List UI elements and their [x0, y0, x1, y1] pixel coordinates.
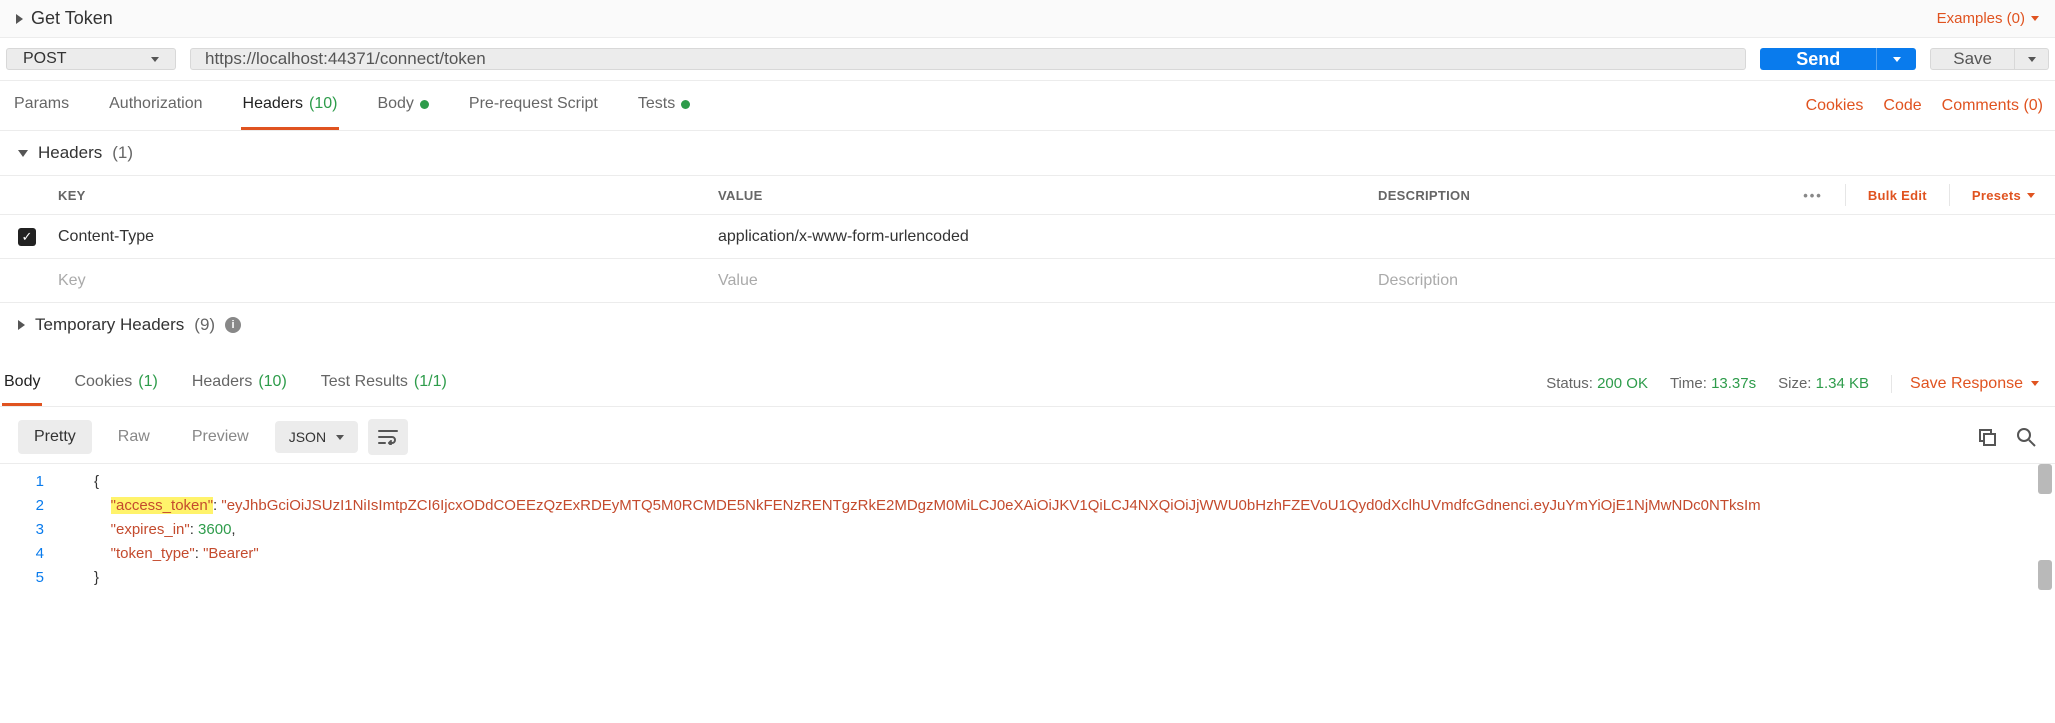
- tab-tests[interactable]: Tests: [636, 81, 692, 130]
- code-content[interactable]: { "access_token": "eyJhbGciOiJSUzI1NiIsI…: [0, 464, 2055, 596]
- body-type-select[interactable]: JSON: [275, 421, 358, 453]
- wrap-icon: [378, 429, 398, 445]
- table-row: ✓ Content-Type application/x-www-form-ur…: [0, 214, 2055, 258]
- dot-indicator-icon: [420, 100, 429, 109]
- expand-icon: [18, 320, 25, 330]
- request-title-bar: Get Token Examples (0): [0, 0, 2055, 38]
- wrap-lines-button[interactable]: [368, 419, 408, 455]
- tab-params[interactable]: Params: [12, 81, 71, 130]
- save-button[interactable]: Save: [1930, 48, 2015, 70]
- temp-headers-count: (9): [194, 315, 215, 335]
- status-block: Status: 200 OK: [1546, 375, 1648, 392]
- tab-authorization[interactable]: Authorization: [107, 81, 204, 130]
- col-value: VALUE: [714, 178, 1374, 213]
- temp-headers-section-header[interactable]: Temporary Headers (9) i: [0, 303, 2055, 347]
- header-value-input[interactable]: Value: [714, 262, 1374, 300]
- size-block: Size: 1.34 KB: [1778, 375, 1869, 392]
- presets-dropdown[interactable]: Presets: [1972, 188, 2035, 203]
- headers-table: KEY VALUE DESCRIPTION ••• Bulk Edit Pres…: [0, 175, 2055, 303]
- header-desc-cell[interactable]: [1374, 227, 2055, 247]
- collapse-icon: [18, 150, 28, 157]
- save-response-dropdown[interactable]: Save Response: [1891, 375, 2039, 393]
- examples-label: Examples (0): [1937, 10, 2025, 27]
- tab-body[interactable]: Body: [375, 81, 430, 130]
- info-icon[interactable]: i: [225, 317, 241, 333]
- tab-headers[interactable]: Headers (10): [241, 81, 340, 130]
- url-input[interactable]: [190, 48, 1746, 70]
- resp-tab-body[interactable]: Body: [2, 361, 42, 406]
- chevron-down-icon: [151, 57, 159, 62]
- send-dropdown[interactable]: [1876, 48, 1916, 70]
- chevron-down-icon: [2031, 381, 2039, 386]
- format-pretty[interactable]: Pretty: [18, 420, 92, 454]
- link-cookies[interactable]: Cookies: [1806, 97, 1864, 115]
- save-dropdown[interactable]: [2015, 48, 2049, 70]
- col-description: DESCRIPTION: [1374, 178, 1803, 213]
- response-body-code[interactable]: 12345 { "access_token": "eyJhbGciOiJSUzI…: [0, 463, 2055, 596]
- examples-dropdown[interactable]: Examples (0): [1937, 10, 2039, 27]
- headers-section-count: (1): [112, 143, 133, 163]
- time-block: Time: 13.37s: [1670, 375, 1756, 392]
- expand-icon[interactable]: [16, 14, 23, 24]
- chevron-down-icon: [2027, 193, 2035, 198]
- col-key: KEY: [54, 178, 714, 213]
- tab-prerequest[interactable]: Pre-request Script: [467, 81, 600, 130]
- response-body-toolbar: Pretty Raw Preview JSON: [0, 407, 2055, 463]
- row-checkbox[interactable]: ✓: [18, 228, 36, 246]
- headers-section-header[interactable]: Headers (1): [0, 131, 2055, 175]
- request-name[interactable]: Get Token: [31, 8, 113, 29]
- header-key-input[interactable]: Key: [54, 262, 714, 300]
- format-raw[interactable]: Raw: [102, 420, 166, 454]
- send-button[interactable]: Send: [1760, 48, 1876, 70]
- response-tabs: Body Cookies (1) Headers (10) Test Resul…: [0, 361, 2055, 407]
- line-gutter: 12345: [0, 464, 58, 596]
- header-desc-input[interactable]: Description: [1374, 262, 2055, 300]
- http-method-value: POST: [23, 50, 67, 68]
- request-url-row: POST Send Save: [0, 38, 2055, 80]
- bulk-edit-link[interactable]: Bulk Edit: [1868, 188, 1927, 203]
- scrollbar-thumb[interactable]: [2038, 560, 2052, 590]
- format-preview[interactable]: Preview: [176, 420, 265, 454]
- header-value-cell[interactable]: application/x-www-form-urlencoded: [714, 218, 1374, 256]
- dot-indicator-icon: [681, 100, 690, 109]
- request-tabs: Params Authorization Headers (10) Body P…: [0, 80, 2055, 131]
- chevron-down-icon: [2031, 16, 2039, 21]
- more-icon[interactable]: •••: [1803, 188, 1823, 203]
- link-code[interactable]: Code: [1883, 97, 1921, 115]
- http-method-select[interactable]: POST: [6, 48, 176, 70]
- resp-tab-tests[interactable]: Test Results (1/1): [319, 361, 449, 406]
- chevron-down-icon: [2028, 57, 2036, 62]
- header-key-cell[interactable]: Content-Type: [54, 218, 714, 256]
- link-comments[interactable]: Comments (0): [1942, 97, 2043, 115]
- resp-tab-headers[interactable]: Headers (10): [190, 361, 289, 406]
- resp-tab-cookies[interactable]: Cookies (1): [72, 361, 159, 406]
- chevron-down-icon: [336, 435, 344, 440]
- scrollbar-thumb[interactable]: [2038, 464, 2052, 494]
- table-row-new: Key Value Description: [0, 258, 2055, 302]
- copy-icon[interactable]: [1977, 427, 1997, 447]
- headers-section-title: Headers: [38, 143, 102, 163]
- temp-headers-title: Temporary Headers: [35, 315, 184, 335]
- search-icon[interactable]: [2015, 426, 2037, 448]
- chevron-down-icon: [1893, 57, 1901, 62]
